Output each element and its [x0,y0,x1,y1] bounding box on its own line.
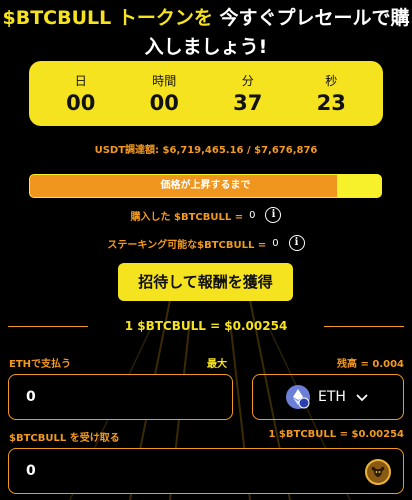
countdown-minutes: 分 37 [213,72,283,116]
headline-presale-text: 今すぐプレセールで購 [219,7,410,29]
eth-icon [286,385,311,409]
invite-reward-button[interactable]: 招待して報酬を獲得 [118,263,293,301]
countdown-label: 日 [74,73,87,88]
receive-rate: 1 $BTCBULL = $0.00254 [268,429,404,440]
info-icon[interactable]: i [288,235,305,251]
stakeable-balance: ステーキング可能な$BTCBULL = 0 i [0,235,412,251]
headline-token-text: $BTCBULL トークンを [2,7,213,29]
currency-select[interactable]: ETH [252,374,404,420]
stakeable-value: 0 [272,237,279,249]
countdown-label: 分 [241,73,254,88]
chevron-down-icon [356,394,368,402]
receive-label: $BTCBULL を受け取る [9,433,120,444]
pay-amount-value: 0 [26,389,36,405]
token-rate: 1 $BTCBULL = $0.00254 [0,316,412,338]
presale-headline: $BTCBULL トークンを 今すぐプレセールで購 入しましょう! [0,4,412,62]
usdt-raised-text: USDT調達額: $6,719,465.16 / $7,676,876 [94,145,318,156]
countdown-days: 日 00 [46,72,116,116]
countdown-value: 37 [233,90,263,115]
balance-label: 残高 = 0.004 [337,359,404,370]
countdown-label: 時間 [152,73,177,88]
countdown-value: 00 [66,90,96,115]
pay-label: ETHで支払う [9,359,72,370]
btcbull-token-icon [365,459,391,485]
purchased-balance: 購入した $BTCBULL = 0 i [0,207,412,223]
pay-amount-input[interactable]: 0 [8,374,233,420]
progress-label: 価格が上昇するまで [160,180,251,191]
countdown-timer: 日 00 時間 00 分 37 秒 23 [29,61,383,126]
divider-right [324,326,404,327]
countdown-hours: 時間 00 [129,72,199,116]
receive-amount-input[interactable]: 0 [8,448,404,494]
purchased-value: 0 [249,209,256,221]
headline-line2: 入しましょう! [144,36,268,58]
presale-progress-bar: 価格が上昇するまで [29,174,382,198]
currency-symbol: ETH [318,389,346,405]
info-icon[interactable]: i [265,207,282,223]
purchased-label: 購入した $BTCBULL = [130,211,244,223]
countdown-value: 23 [316,90,346,115]
receive-amount-value: 0 [26,463,36,479]
max-button[interactable]: 最大 [207,355,227,370]
countdown-seconds: 秒 23 [296,72,366,116]
countdown-value: 00 [149,90,179,115]
countdown-label: 秒 [325,73,338,88]
stakeable-label: ステーキング可能な$BTCBULL = [107,239,267,251]
